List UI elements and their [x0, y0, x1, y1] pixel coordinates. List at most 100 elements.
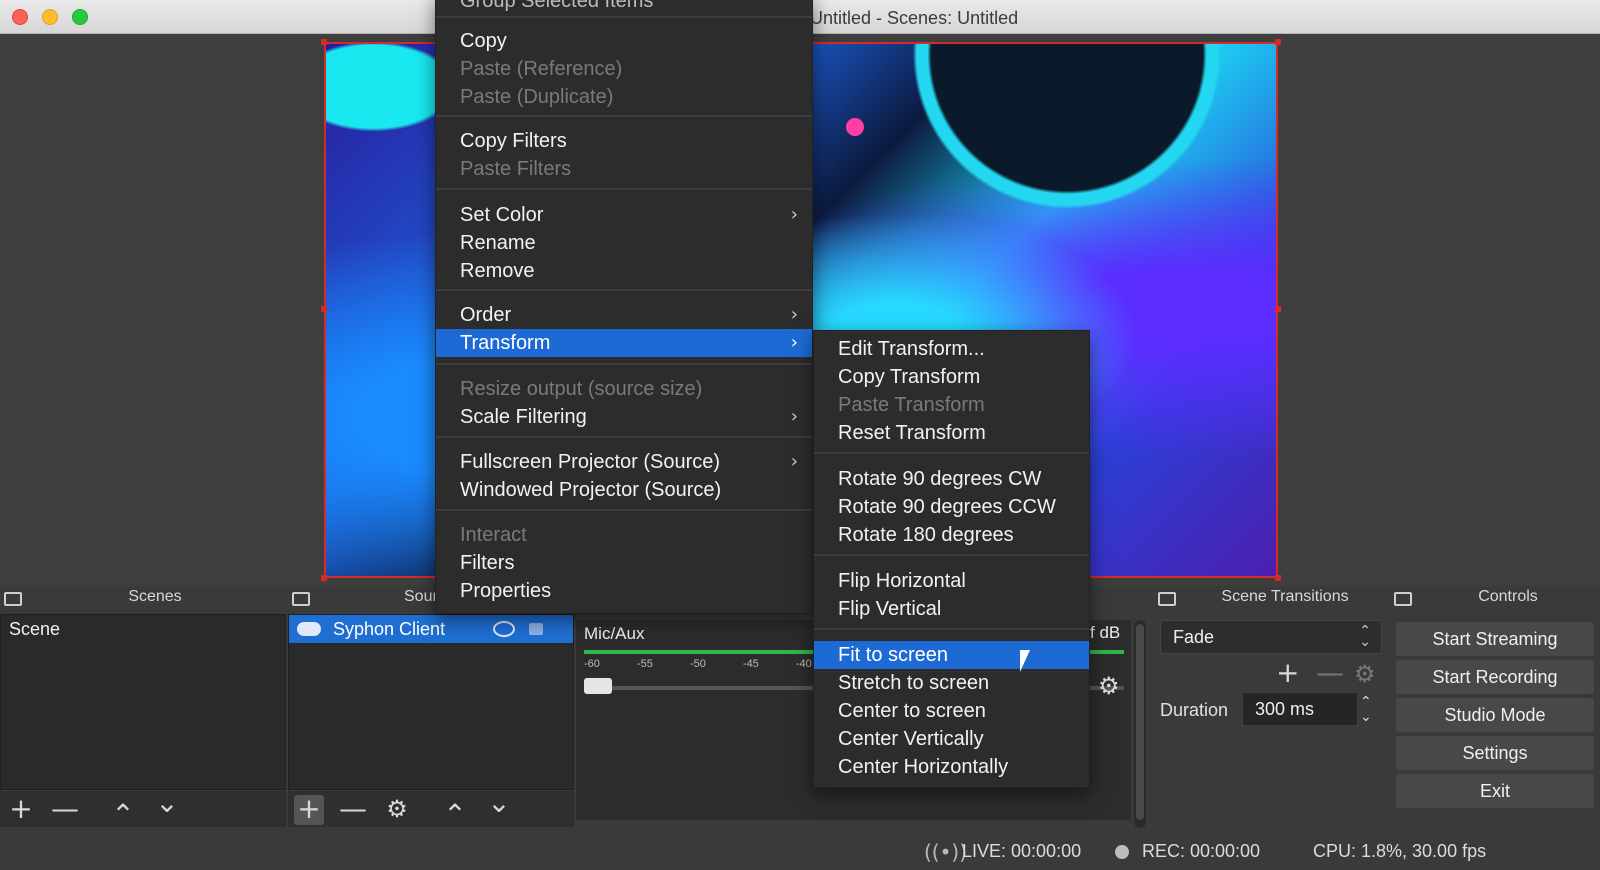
- menu-item-order[interactable]: Order ›: [436, 301, 812, 329]
- volume-slider-handle[interactable]: [584, 678, 612, 694]
- menu-item-center-horizontally[interactable]: Center Horizontally: [814, 753, 1008, 781]
- window-title: Untitled - Scenes: Untitled: [810, 8, 1019, 28]
- transition-select[interactable]: Fade ⌃ ⌄: [1160, 620, 1382, 654]
- record-dot-icon: [1115, 845, 1129, 859]
- mixer-db-readout: f dB: [1090, 623, 1121, 642]
- lock-icon[interactable]: [529, 623, 543, 635]
- resize-handle-bottom-left[interactable]: [321, 575, 327, 581]
- controls-dock-title: Controls: [1478, 588, 1538, 605]
- mixer-scroll-thumb[interactable]: [1136, 624, 1144, 820]
- mixer-settings-gear-icon[interactable]: ⚙: [1098, 672, 1120, 700]
- chevron-right-icon: ›: [790, 406, 798, 427]
- menu-item-properties[interactable]: Properties: [436, 577, 551, 605]
- scenes-toolbar: + — ⌃ ⌄: [0, 789, 286, 829]
- resize-handle-top-left[interactable]: [321, 39, 327, 45]
- mouse-pointer-icon: [1020, 650, 1030, 672]
- menu-item-rotate-ccw[interactable]: Rotate 90 degrees CCW: [814, 493, 1056, 521]
- menu-item-set-color[interactable]: Set Color ›: [436, 201, 812, 229]
- menu-item-label: Fullscreen Projector (Source): [460, 451, 721, 473]
- remove-source-button[interactable]: —: [338, 795, 368, 825]
- menu-item-fit-to-screen[interactable]: Fit to screen: [814, 641, 1089, 669]
- menu-item-paste-filters[interactable]: Paste Filters: [436, 155, 571, 183]
- chevron-right-icon: ›: [790, 204, 798, 225]
- mixer-scrollbar[interactable]: [1134, 620, 1146, 828]
- exit-button[interactable]: Exit: [1396, 774, 1594, 808]
- studio-mode-button[interactable]: Studio Mode: [1396, 698, 1594, 732]
- move-source-down-button[interactable]: ⌄: [484, 789, 514, 819]
- menu-item-copy-transform[interactable]: Copy Transform: [814, 363, 980, 391]
- menu-separator: [436, 436, 812, 438]
- resize-handle-left[interactable]: [321, 306, 327, 312]
- menu-item-scale-filtering[interactable]: Scale Filtering ›: [436, 403, 812, 431]
- menu-item-remove[interactable]: Remove: [436, 257, 534, 285]
- list-item[interactable]: Scene: [1, 615, 285, 643]
- minimize-window-button[interactable]: [42, 9, 58, 25]
- duration-input[interactable]: 300 ms: [1242, 692, 1358, 726]
- menu-item-paste-duplicate[interactable]: Paste (Duplicate): [436, 83, 613, 111]
- menu-item-fullscreen-projector[interactable]: Fullscreen Projector (Source) ›: [436, 448, 812, 476]
- undock-transitions-icon[interactable]: [1158, 592, 1176, 606]
- resize-handle-right[interactable]: [1275, 306, 1281, 312]
- menu-item-copy[interactable]: Copy: [436, 27, 507, 55]
- artwork-detail: [846, 118, 864, 136]
- menu-item-center-vertically[interactable]: Center Vertically: [814, 725, 984, 753]
- move-scene-up-button[interactable]: ⌃: [108, 801, 138, 831]
- move-source-up-button[interactable]: ⌃: [440, 801, 470, 831]
- meter-tick: -40: [795, 658, 812, 670]
- rec-timer: REC: 00:00:00: [1142, 841, 1261, 861]
- menu-item-windowed-projector[interactable]: Windowed Projector (Source): [436, 476, 721, 504]
- menu-item-rotate-cw[interactable]: Rotate 90 degrees CW: [814, 465, 1041, 493]
- menu-item-reset-transform[interactable]: Reset Transform: [814, 419, 986, 447]
- menu-item-center-to-screen[interactable]: Center to screen: [814, 697, 986, 725]
- move-scene-down-button[interactable]: ⌄: [152, 789, 182, 819]
- sources-list[interactable]: Syphon Client: [288, 614, 574, 790]
- close-window-button[interactable]: [12, 9, 28, 25]
- chevron-right-icon: ›: [790, 332, 798, 353]
- menu-item-resize-output[interactable]: Resize output (source size): [436, 375, 702, 403]
- menu-item-transform[interactable]: Transform ›: [436, 329, 812, 357]
- source-name: Syphon Client: [333, 619, 446, 639]
- duration-spinner-arrows-icon[interactable]: ⌃ ⌄: [1360, 694, 1372, 724]
- menu-item-group-selected[interactable]: Group Selected Items: [436, 0, 653, 15]
- menu-item-paste-reference[interactable]: Paste (Reference): [436, 55, 622, 83]
- start-streaming-button[interactable]: Start Streaming: [1396, 622, 1594, 656]
- meter-tick: -60: [584, 658, 600, 670]
- source-properties-gear-icon[interactable]: ⚙: [382, 795, 412, 825]
- menu-item-rotate-180[interactable]: Rotate 180 degrees: [814, 521, 1014, 549]
- resize-handle-bottom-right[interactable]: [1275, 575, 1281, 581]
- undock-scenes-icon[interactable]: [4, 592, 22, 606]
- menu-item-interact[interactable]: Interact: [436, 521, 527, 549]
- menu-separator: [436, 16, 812, 18]
- undock-controls-icon[interactable]: [1394, 592, 1412, 606]
- menu-item-label: Scale Filtering: [460, 406, 587, 428]
- menu-separator: [436, 188, 812, 190]
- updown-chevron-icon: ⌃ ⌄: [1359, 622, 1371, 649]
- menu-item-stretch-to-screen[interactable]: Stretch to screen: [814, 669, 989, 697]
- source-item-syphon-client[interactable]: Syphon Client: [289, 615, 573, 643]
- menu-item-flip-vertical[interactable]: Flip Vertical: [814, 595, 941, 623]
- maximize-window-button[interactable]: [72, 9, 88, 25]
- menu-item-filters[interactable]: Filters: [436, 549, 514, 577]
- transitions-dock-title: Scene Transitions: [1221, 588, 1349, 605]
- menu-separator: [436, 115, 812, 117]
- settings-button[interactable]: Settings: [1396, 736, 1594, 770]
- add-scene-button[interactable]: +: [6, 795, 36, 825]
- menu-item-paste-transform[interactable]: Paste Transform: [814, 391, 985, 419]
- chevron-right-icon: ›: [790, 451, 798, 472]
- start-recording-button[interactable]: Start Recording: [1396, 660, 1594, 694]
- menu-separator: [436, 363, 812, 365]
- add-transition-button[interactable]: +: [1276, 656, 1299, 689]
- scenes-list[interactable]: Scene: [0, 614, 286, 790]
- resize-handle-top-right[interactable]: [1275, 39, 1281, 45]
- remove-scene-button[interactable]: —: [50, 795, 80, 825]
- remove-transition-button[interactable]: —: [1316, 656, 1344, 689]
- transition-properties-gear-icon[interactable]: ⚙: [1354, 660, 1376, 688]
- menu-item-flip-horizontal[interactable]: Flip Horizontal: [814, 567, 966, 595]
- visibility-eye-icon[interactable]: [493, 621, 515, 637]
- mixer-track-label: Mic/Aux: [584, 624, 645, 643]
- menu-item-copy-filters[interactable]: Copy Filters: [436, 127, 567, 155]
- menu-item-rename[interactable]: Rename: [436, 229, 536, 257]
- add-source-button[interactable]: +: [294, 795, 324, 825]
- undock-sources-icon[interactable]: [292, 592, 310, 606]
- menu-item-edit-transform[interactable]: Edit Transform...: [814, 335, 985, 363]
